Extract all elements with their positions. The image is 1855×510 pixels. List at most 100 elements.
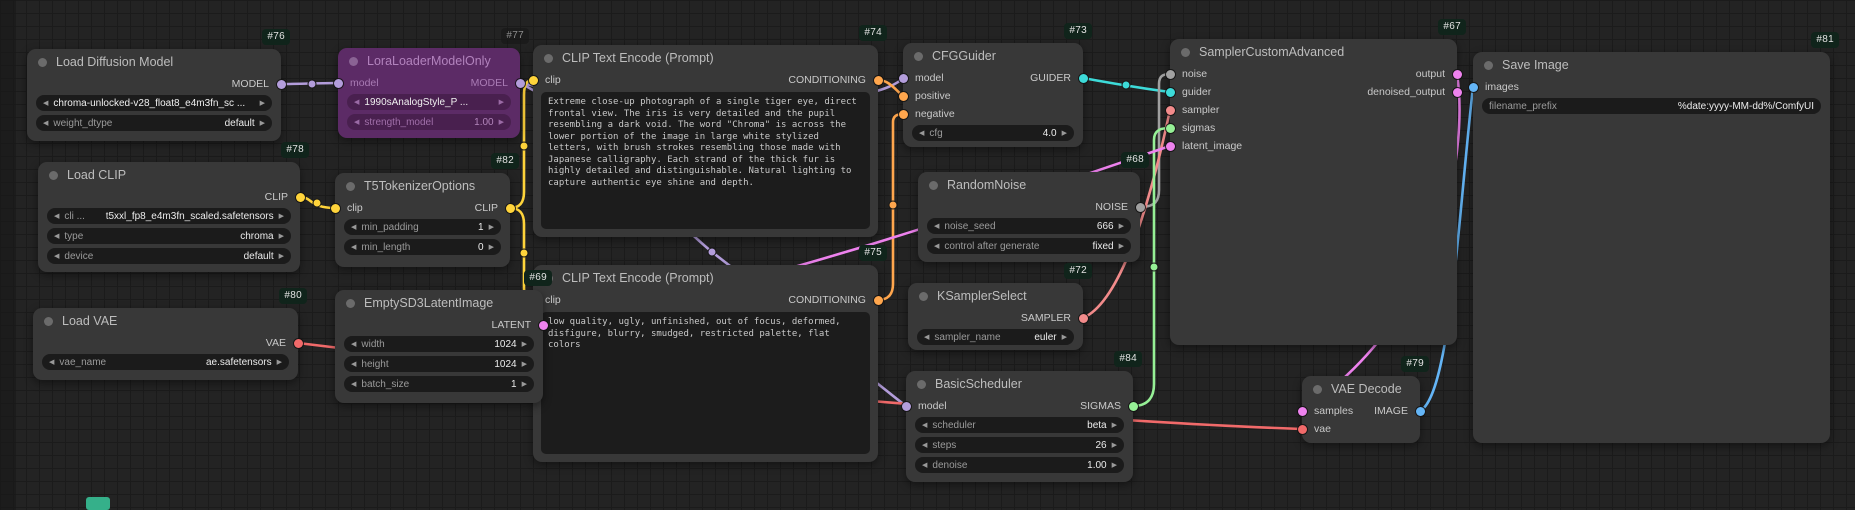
decrement-arrow-icon[interactable]: ◀: [922, 422, 927, 429]
widget-noise-seed[interactable]: ◀ noise_seed 666 ▶: [927, 218, 1131, 234]
link-junction-dot[interactable]: [519, 141, 529, 151]
increment-arrow-icon[interactable]: ▶: [522, 381, 527, 388]
node-title-bar[interactable]: BasicScheduler: [906, 371, 1133, 397]
collapse-dot[interactable]: [929, 180, 938, 190]
increment-arrow-icon[interactable]: ▶: [499, 119, 504, 126]
widget-control-after-generate[interactable]: ◀ control after generate fixed ▶: [927, 238, 1131, 254]
node-title-bar[interactable]: KSamplerSelect: [908, 283, 1083, 309]
collapse-dot[interactable]: [346, 181, 355, 191]
increment-arrow-icon[interactable]: ▶: [1112, 442, 1117, 449]
model-input-slot[interactable]: [333, 78, 343, 88]
decrement-arrow-icon[interactable]: ◀: [43, 120, 48, 127]
widget-denoise[interactable]: ◀ denoise 1.00 ▶: [915, 457, 1124, 473]
SIGMAS-output-slot[interactable]: [1128, 401, 1138, 411]
model-input-slot[interactable]: [898, 73, 908, 83]
negative-input-slot[interactable]: [898, 109, 908, 119]
node-title-bar[interactable]: CFGGuider: [903, 43, 1083, 69]
MODEL-output-slot[interactable]: [515, 78, 525, 88]
decrement-arrow-icon[interactable]: ◀: [351, 341, 356, 348]
increment-arrow-icon[interactable]: ▶: [279, 233, 284, 240]
clip-input-slot[interactable]: [528, 75, 538, 85]
NOISE-output-slot[interactable]: [1135, 202, 1145, 212]
prompt-textarea[interactable]: low quality, ugly, unfinished, out of fo…: [541, 312, 870, 454]
node-save-image-81[interactable]: #81 Save Image images filename_prefix %date:…: [1468, 32, 1839, 443]
noise-input-slot[interactable]: [1165, 69, 1175, 79]
node-samplercustomadvanced-67[interactable]: #67 SamplerCustomAdvanced noise output guide…: [1165, 19, 1466, 345]
widget-scheduler[interactable]: ◀ scheduler beta ▶: [915, 417, 1124, 433]
increment-arrow-icon[interactable]: ▶: [1062, 334, 1067, 341]
SAMPLER-output-slot[interactable]: [1078, 313, 1088, 323]
collapse-dot[interactable]: [349, 56, 358, 66]
CONDITIONING-output-slot[interactable]: [873, 295, 883, 305]
CLIP-output-slot[interactable]: [505, 203, 515, 213]
decrement-arrow-icon[interactable]: ◀: [922, 462, 927, 469]
link-junction-dot[interactable]: [1121, 80, 1131, 90]
collapse-dot[interactable]: [917, 379, 926, 389]
collapse-dot[interactable]: [1484, 60, 1493, 70]
LATENT-output-slot[interactable]: [538, 320, 548, 330]
node-title-bar[interactable]: Load CLIP: [38, 162, 300, 188]
collapse-dot[interactable]: [38, 57, 47, 67]
widget-device[interactable]: ◀ device default ▶: [47, 248, 291, 264]
node-title-bar[interactable]: CLIP Text Encode (Prompt): [533, 45, 878, 71]
node-title-bar[interactable]: RandomNoise: [918, 172, 1140, 198]
node-cfgguider-73[interactable]: #73 CFGGuider model GUIDER positive negative ◀…: [898, 23, 1092, 147]
collapse-dot[interactable]: [1181, 47, 1190, 57]
VAE-output-slot[interactable]: [293, 338, 303, 348]
widget-combo[interactable]: ◀ chroma-unlocked-v28_float8_e4m3fn_sc ..…: [36, 95, 272, 111]
node-clip-text-encode-prompt-74[interactable]: #74 CLIP Text Encode (Prompt) clip CONDITIO…: [528, 25, 887, 237]
node-title-bar[interactable]: EmptySD3LatentImage: [335, 290, 543, 316]
node-title-bar[interactable]: Load VAE: [33, 308, 298, 334]
increment-arrow-icon[interactable]: ▶: [499, 99, 504, 106]
decrement-arrow-icon[interactable]: ◀: [49, 359, 54, 366]
decrement-arrow-icon[interactable]: ◀: [934, 243, 939, 250]
IMAGE-output-slot[interactable]: [1415, 406, 1425, 416]
model-input-slot[interactable]: [901, 401, 911, 411]
widget-weight-dtype[interactable]: ◀ weight_dtype default ▶: [36, 115, 272, 131]
increment-arrow-icon[interactable]: ▶: [260, 100, 265, 107]
link-junction-dot[interactable]: [312, 198, 322, 208]
widget-type[interactable]: ◀ type chroma ▶: [47, 228, 291, 244]
decrement-arrow-icon[interactable]: ◀: [919, 130, 924, 137]
widget-width[interactable]: ◀ width 1024 ▶: [344, 336, 534, 352]
decrement-arrow-icon[interactable]: ◀: [351, 361, 356, 368]
collapse-dot[interactable]: [346, 298, 355, 308]
increment-arrow-icon[interactable]: ▶: [1119, 243, 1124, 250]
decrement-arrow-icon[interactable]: ◀: [924, 334, 929, 341]
node-load-diffusion-model-76[interactable]: #76 Load Diffusion Model MODEL ◀ chroma-unlo…: [27, 29, 290, 141]
collapse-dot[interactable]: [914, 51, 923, 61]
node-emptysd3latentimage-69[interactable]: #69 EmptySD3LatentImage LATENT ◀ width 1024 ▶ ◀…: [335, 270, 552, 403]
link-junction-dot[interactable]: [707, 247, 717, 257]
collapse-dot[interactable]: [919, 291, 928, 301]
increment-arrow-icon[interactable]: ▶: [1112, 422, 1117, 429]
node-basicscheduler-84[interactable]: #84 BasicScheduler model SIGMAS ◀ scheduler be…: [901, 351, 1142, 482]
link-junction-dot[interactable]: [1149, 262, 1159, 272]
link-junction-dot[interactable]: [307, 79, 317, 89]
vae-input-slot[interactable]: [1297, 424, 1307, 434]
sampler-input-slot[interactable]: [1165, 105, 1175, 115]
increment-arrow-icon[interactable]: ▶: [279, 213, 284, 220]
collapse-dot[interactable]: [44, 316, 53, 326]
node-title-bar[interactable]: SamplerCustomAdvanced: [1170, 39, 1457, 65]
widget-steps[interactable]: ◀ steps 26 ▶: [915, 437, 1124, 453]
increment-arrow-icon[interactable]: ▶: [277, 359, 282, 366]
node-load-vae-80[interactable]: #80 Load VAE VAE ◀ vae_name ae.safetensors ▶: [33, 288, 307, 380]
widget-height[interactable]: ◀ height 1024 ▶: [344, 356, 534, 372]
output-output-slot[interactable]: [1452, 69, 1462, 79]
node-ksamplerselect-72[interactable]: #72 KSamplerSelect SAMPLER ◀ sampler_name eul…: [908, 263, 1092, 350]
MODEL-output-slot[interactable]: [276, 79, 286, 89]
increment-arrow-icon[interactable]: ▶: [489, 224, 494, 231]
node-load-clip-78[interactable]: #78 Load CLIP CLIP ◀ cli ... t5xxl_fp8_e4m3fn…: [38, 142, 309, 272]
widget-cfg[interactable]: ◀ cfg 4.0 ▶: [912, 125, 1074, 141]
offscreen-node-fragment[interactable]: [86, 497, 110, 510]
increment-arrow-icon[interactable]: ▶: [1112, 462, 1117, 469]
node-title-bar[interactable]: Save Image: [1473, 52, 1830, 78]
decrement-arrow-icon[interactable]: ◀: [934, 223, 939, 230]
widget-vae-name[interactable]: ◀ vae_name ae.safetensors ▶: [42, 354, 289, 370]
increment-arrow-icon[interactable]: ▶: [489, 244, 494, 251]
widget-min-padding[interactable]: ◀ min_padding 1 ▶: [344, 219, 501, 235]
decrement-arrow-icon[interactable]: ◀: [354, 99, 359, 106]
widget-filename-prefix[interactable]: filename_prefix %date:yyyy-MM-dd%/ComfyUI: [1482, 98, 1821, 114]
decrement-arrow-icon[interactable]: ◀: [351, 381, 356, 388]
node-title-bar[interactable]: T5TokenizerOptions: [335, 173, 510, 199]
